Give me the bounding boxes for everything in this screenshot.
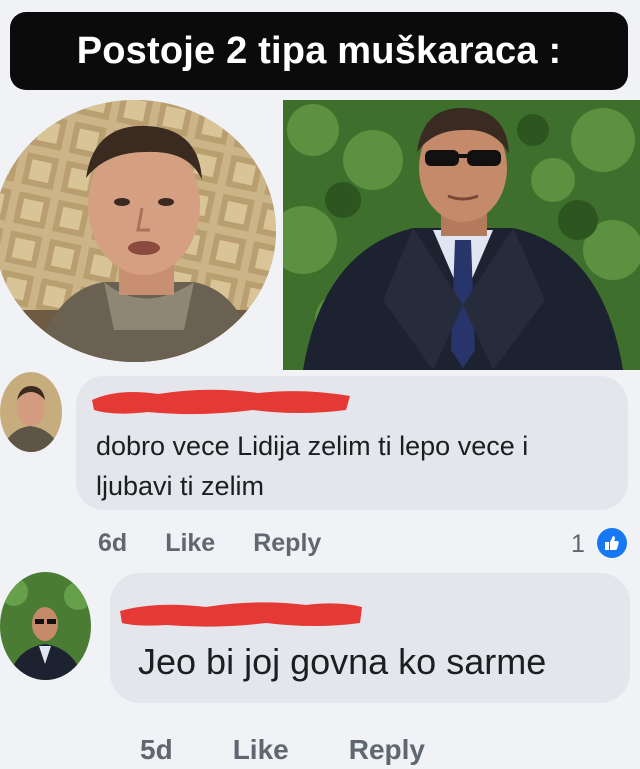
commenter-avatar[interactable] <box>0 572 91 680</box>
avatar-casual-man <box>0 372 62 452</box>
meme-title: Postoje 2 tipa muškaraca : <box>76 29 562 72</box>
thumbs-up-icon[interactable] <box>597 528 627 558</box>
comment-timestamp[interactable]: 5d <box>140 734 173 766</box>
comment-bubble: dobro vece Lidija zelim ti lepo vece i l… <box>76 376 628 510</box>
meme-title-banner: Postoje 2 tipa muškaraca : <box>10 12 628 90</box>
comment-bubble: Jeo bi joj govna ko sarme <box>110 573 630 703</box>
redacted-author-name <box>120 602 362 627</box>
casual-man-illustration <box>0 100 276 362</box>
comment-text: Jeo bi joj govna ko sarme <box>138 641 547 682</box>
avatar-suit-man <box>0 572 91 680</box>
profile-photo-casual <box>0 100 276 362</box>
like-button[interactable]: Like <box>233 734 289 766</box>
comment-text: dobro vece Lidija zelim ti lepo vece i l… <box>96 426 616 506</box>
reaction-count[interactable]: 1 <box>571 530 585 559</box>
comment-text-line: dobro vece Lidija zelim ti lepo vece i <box>96 431 529 461</box>
suit-man-illustration <box>283 100 640 370</box>
reply-button[interactable]: Reply <box>253 529 321 558</box>
comment-text-line: ljubavi ti zelim <box>96 471 265 501</box>
redacted-author-name <box>92 389 350 415</box>
comment-actions: 6d Like Reply <box>98 529 321 558</box>
commenter-avatar[interactable] <box>0 372 62 452</box>
comment-timestamp[interactable]: 6d <box>98 529 127 558</box>
reply-button[interactable]: Reply <box>349 734 425 766</box>
comment-actions: 5d Like Reply <box>140 734 425 766</box>
profile-photo-suit <box>283 100 640 370</box>
like-button[interactable]: Like <box>165 529 215 558</box>
